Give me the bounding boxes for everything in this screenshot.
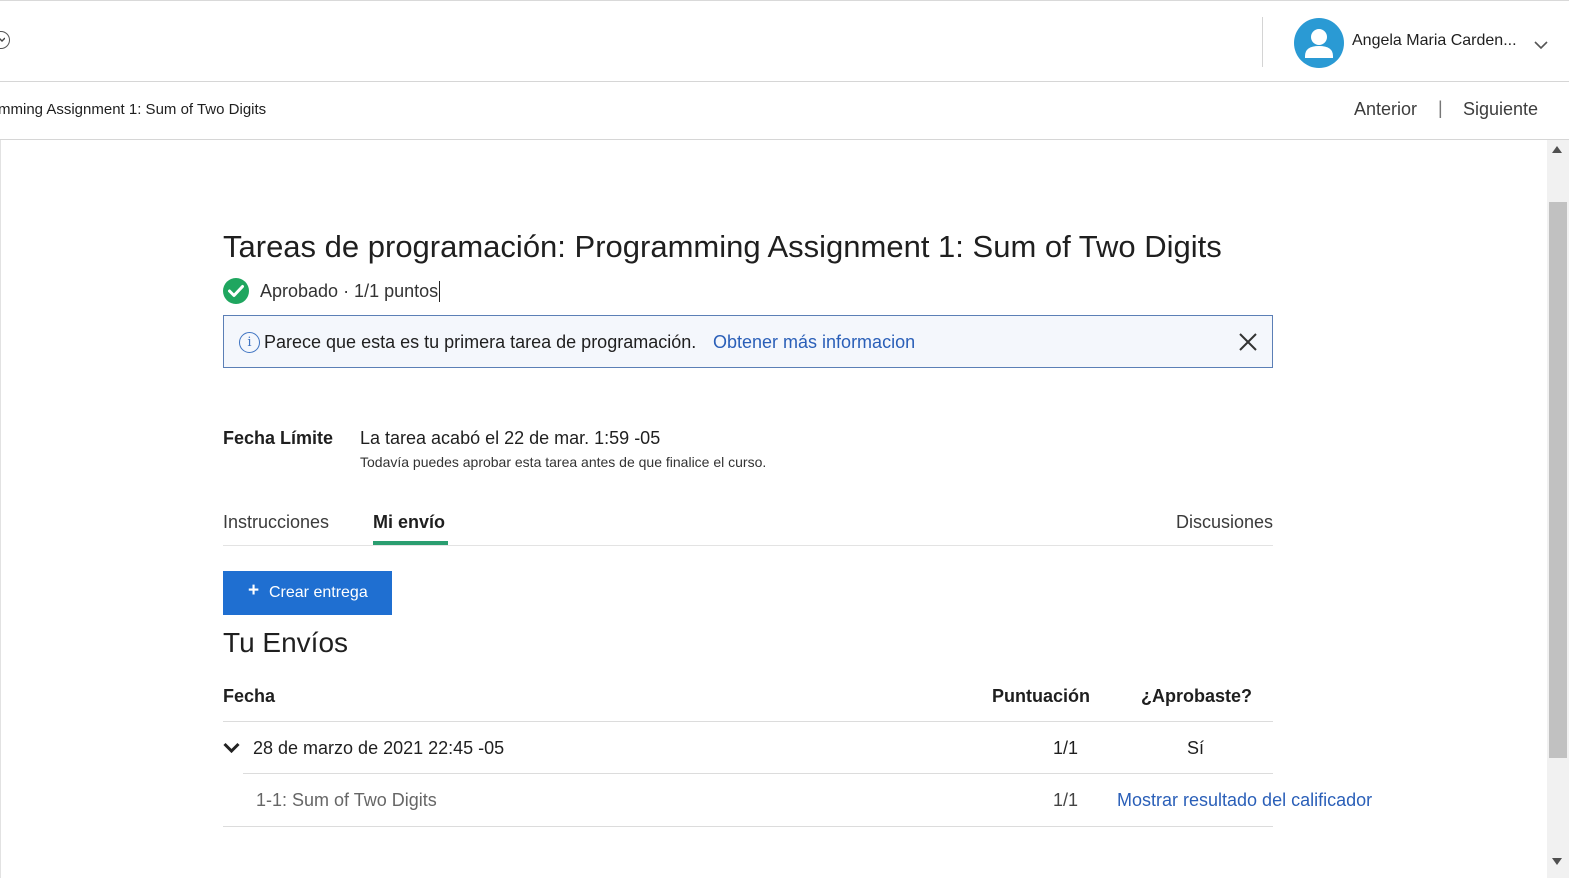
create-submission-label: Crear entrega: [269, 584, 368, 601]
tab-mi-envio[interactable]: Mi envío: [373, 512, 445, 533]
nav-separator: |: [1438, 98, 1443, 118]
previous-link[interactable]: Anterior: [1354, 99, 1417, 120]
deadline-value: La tarea acabó el 22 de mar. 1:59 -05: [360, 428, 661, 448]
tab-instrucciones[interactable]: Instrucciones: [223, 512, 329, 533]
scroll-down-arrow-icon[interactable]: [1552, 858, 1562, 865]
chevron-down-icon[interactable]: [1534, 37, 1548, 55]
tab-discusiones[interactable]: Discusiones: [1176, 512, 1273, 533]
top-header: Angela Maria Carden...: [0, 0, 1569, 82]
submission-passed: Sí: [1187, 738, 1205, 758]
table-divider: [243, 773, 1273, 774]
chevron-down-icon[interactable]: [223, 741, 240, 759]
info-banner: i Parece que esta es tu primera tarea de…: [223, 315, 1273, 368]
submission-date[interactable]: 28 de marzo de 2021 22:45 -05: [253, 738, 504, 759]
table-divider: [223, 721, 1273, 722]
submissions-title: Tu Envíos: [223, 627, 349, 658]
column-header-passed: ¿Aprobaste?: [1141, 686, 1253, 706]
user-avatar-icon[interactable]: [1294, 18, 1344, 68]
close-icon[interactable]: [1237, 331, 1259, 353]
learn-more-link[interactable]: Obtener más informacion: [713, 332, 915, 353]
submission-score: 1/1: [1053, 738, 1079, 758]
table-divider: [223, 826, 1273, 827]
content-left-border: [0, 140, 1, 878]
column-header-date: Fecha: [223, 686, 276, 706]
breadcrumb-bar: mming Assignment 1: Sum of Two Digits An…: [0, 82, 1569, 140]
grade-status-text: Aprobado · 1/1 puntos: [260, 281, 441, 302]
next-link[interactable]: Siguiente: [1463, 99, 1538, 120]
create-submission-button[interactable]: + Crear entrega: [223, 571, 392, 615]
header-divider: [1262, 17, 1263, 67]
deadline-label: Fecha Límite: [223, 428, 334, 448]
tab-bar: Instrucciones Mi envío Discusiones: [223, 500, 1273, 546]
active-tab-indicator: [373, 541, 448, 545]
part-name: 1-1: Sum of Two Digits: [256, 790, 437, 810]
scrollbar-thumb[interactable]: [1549, 202, 1567, 758]
column-header-score: Puntuación: [992, 686, 1090, 706]
chevron-down-icon[interactable]: [0, 31, 10, 49]
part-score: 1/1: [1053, 790, 1079, 810]
scroll-up-arrow-icon[interactable]: [1552, 146, 1562, 153]
info-banner-text: Parece que esta es tu primera tarea de p…: [264, 332, 697, 352]
breadcrumb[interactable]: mming Assignment 1: Sum of Two Digits: [0, 101, 266, 118]
show-grader-output-link[interactable]: Mostrar resultado del calificador: [1117, 790, 1372, 811]
user-name[interactable]: Angela Maria Carden...: [1352, 32, 1517, 50]
deadline-note: Todavía puedes aprobar esta tarea antes …: [360, 454, 767, 470]
plus-icon: +: [248, 580, 260, 601]
check-circle-icon: [223, 278, 249, 304]
page-title: Tareas de programación: Programming Assi…: [223, 229, 1222, 264]
info-icon: i: [239, 332, 260, 353]
